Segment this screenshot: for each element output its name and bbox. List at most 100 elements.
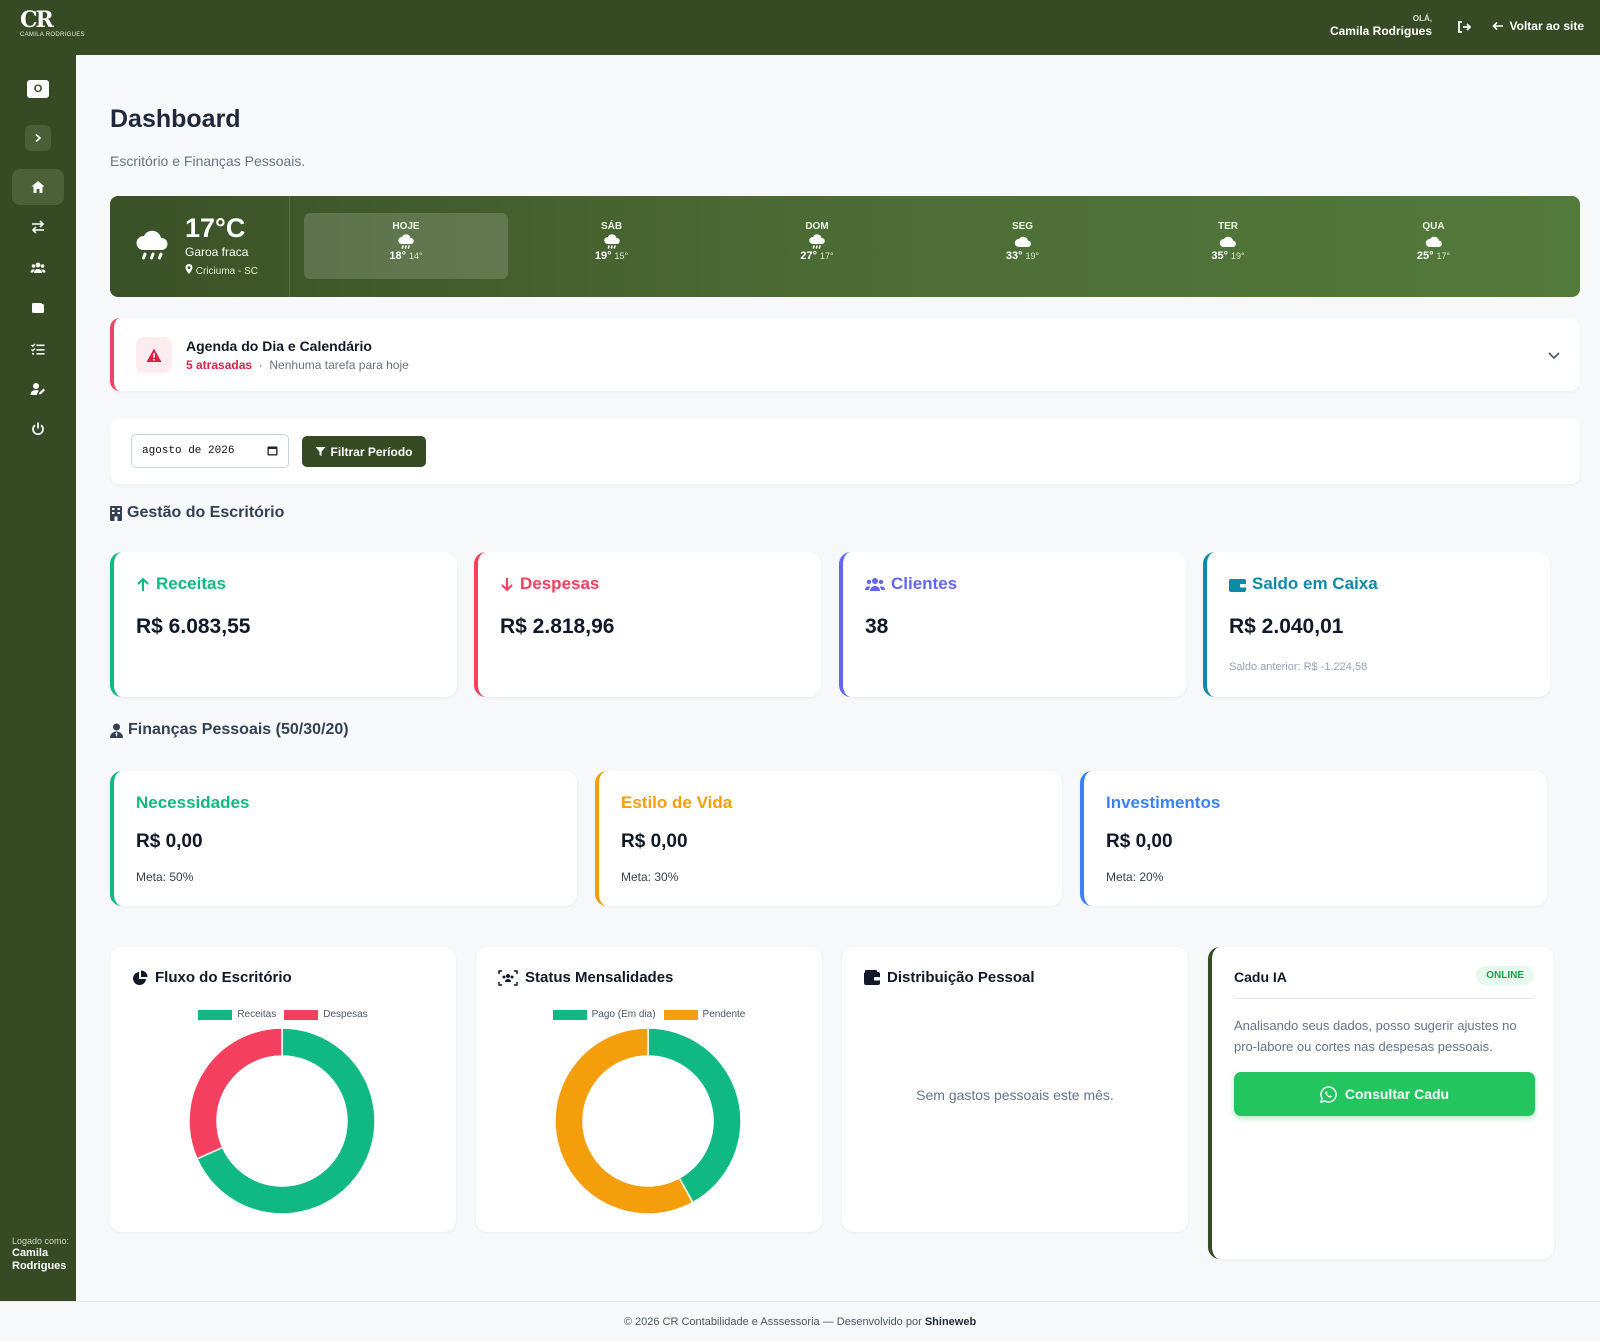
forecast-temps: 25° 17° — [1332, 250, 1536, 262]
chart-title-status-text: Status Mensalidades — [525, 969, 674, 986]
forecast-day-name: SEG — [1011, 221, 1034, 232]
forecast-temps: 33° 19° — [921, 250, 1125, 262]
donut-slice-despesas[interactable] — [188, 1027, 283, 1160]
budget-meta-investimentos: Meta: 20% — [1106, 870, 1164, 884]
weather-location-text: Criciuma - SC — [195, 266, 259, 277]
chevron-down-icon[interactable] — [1546, 347, 1562, 363]
agenda-today: Nenhuma tarefa para hoje — [269, 358, 409, 372]
chart-title-distribuicao: Distribuição Pessoal — [864, 969, 1035, 986]
kpi-card-despesas: Despesas R$ 2.818,96 — [474, 552, 821, 697]
weather-location: Criciuma - SC — [185, 264, 258, 277]
sidebar-item-wallet[interactable] — [12, 290, 64, 326]
donut-slice-pago-em-dia-[interactable] — [647, 1027, 742, 1204]
kpi-title-clientes: Clientes — [865, 574, 957, 594]
kpi-title-receitas: Receitas — [136, 574, 226, 594]
weather-current: 17°C Garoa fraca Criciuma - SC — [110, 196, 290, 297]
calendar-icon[interactable] — [267, 445, 278, 456]
consult-cadu-label: Consultar Cadu — [1344, 1086, 1450, 1102]
kpi-title-saldo: Saldo em Caixa — [1229, 574, 1378, 594]
chart-title-fluxo-text: Fluxo do Escritório — [155, 969, 292, 986]
sidebar-item-clients[interactable] — [12, 250, 64, 286]
chart-legend-fluxo: Receitas Despesas — [110, 1009, 456, 1020]
legend-item-despesas[interactable]: Despesas — [284, 1009, 368, 1020]
whatsapp-icon — [1319, 1085, 1337, 1103]
forecast-max: 19° — [594, 250, 612, 262]
kpi-label-receitas: Receitas — [156, 574, 226, 593]
power-icon — [32, 422, 44, 436]
legend-label-despesas: Despesas — [323, 1009, 368, 1020]
kpi-value-clientes: 38 — [865, 615, 889, 638]
forecast-min: 15° — [614, 251, 629, 261]
back-to-site-link[interactable]: Voltar ao site — [1491, 19, 1584, 33]
user-tie-icon — [110, 723, 123, 738]
agenda-summary: 5 atrasadas · Nenhuma tarefa para hoje — [186, 358, 409, 372]
personal-section-label: Finanças Pessoais (50/30/20) — [128, 721, 349, 738]
logout-icon[interactable] — [1456, 19, 1472, 35]
page-title: Dashboard — [110, 105, 241, 133]
brand-logo[interactable]: CR CAMILA RODRIGUES — [20, 7, 85, 47]
agenda-alert — [136, 337, 172, 373]
sidebar-item-logout[interactable] — [12, 411, 64, 447]
map-pin-icon — [185, 264, 193, 274]
sidebar-logo[interactable]: O — [27, 80, 49, 98]
filter-period-button[interactable]: Filtrar Período — [302, 436, 426, 467]
forecast-temps: 27° 17° — [715, 250, 919, 262]
forecast-max: 18° — [389, 250, 406, 262]
legend-item-pago[interactable]: Pago (Em dia) — [552, 1009, 656, 1020]
legend-item-receitas[interactable]: Receitas — [198, 1009, 276, 1020]
forecast-day: SEG 33° 19° — [921, 213, 1125, 279]
consult-cadu-button[interactable]: Consultar Cadu — [1234, 1072, 1535, 1116]
chart-title-fluxo: Fluxo do Escritório — [132, 969, 292, 986]
donut-chart-status — [554, 1027, 742, 1215]
sidebar-item-profile[interactable] — [12, 371, 64, 407]
sidebar-item-transactions[interactable] — [12, 209, 64, 245]
chart-card-fluxo: Fluxo do Escritório Receitas Despesas — [110, 947, 456, 1232]
forecast-day: SÁB 19° 15° — [510, 213, 714, 279]
kpi-card-clientes: Clientes 38 — [839, 552, 1186, 697]
forecast-day-name: DOM — [805, 221, 829, 232]
weather-widget: 17°C Garoa fraca Criciuma - SC HOJE 18° 1… — [110, 196, 1580, 297]
warning-icon — [146, 348, 162, 362]
forecast-temps: 19° 15° — [510, 250, 714, 262]
period-filter: agosto de 2026 Filtrar Período — [110, 418, 1580, 484]
budget-title-investimentos: Investimentos — [1106, 793, 1221, 812]
users-scan-icon — [498, 969, 518, 986]
logged-as-label: Logado como: — [12, 1236, 70, 1246]
wallet-icon — [864, 970, 880, 985]
forecast-day-name: TER — [1218, 221, 1238, 232]
weather-description: Garoa fraca — [185, 245, 249, 259]
footer-brand[interactable]: Shineweb — [925, 1316, 976, 1328]
legend-item-pendente[interactable]: Pendente — [663, 1009, 745, 1020]
chart-title-distribuicao-text: Distribuição Pessoal — [887, 969, 1035, 986]
cloud-rain-icon — [809, 234, 825, 249]
budget-title-estilo: Estilo de Vida — [621, 793, 733, 812]
sidebar-toggle-button[interactable] — [25, 125, 51, 151]
ai-divider — [1234, 998, 1534, 999]
month-input[interactable]: agosto de 2026 — [131, 434, 289, 468]
page-subtitle: Escritório e Finanças Pessoais. — [110, 153, 306, 169]
transfer-icon — [31, 220, 45, 234]
user-greeting: OLÁ, Camila Rodrigues — [1330, 14, 1432, 38]
arrow-up-icon — [137, 577, 149, 591]
forecast-max: 35° — [1211, 250, 1228, 262]
sidebar-item-tasks[interactable] — [12, 331, 64, 367]
chart-card-distribuicao: Distribuição Pessoal Sem gastos pessoais… — [842, 947, 1188, 1232]
sidebar-item-home[interactable] — [12, 169, 64, 205]
forecast-day-name: SÁB — [600, 221, 623, 232]
top-bar: CR CAMILA RODRIGUES OLÁ, Camila Rodrigue… — [0, 0, 1600, 55]
arrow-left-icon — [1491, 21, 1503, 31]
chart-legend-status: Pago (Em dia) Pendente — [476, 1009, 822, 1020]
ai-title: Cadu IA — [1234, 969, 1287, 985]
forecast-day: QUA 25° 17° — [1332, 213, 1536, 279]
kpi-card-receitas: Receitas R$ 6.083,55 — [110, 552, 457, 697]
cloud-icon — [1219, 236, 1236, 247]
user-name: Camila Rodrigues — [1329, 24, 1432, 38]
agenda-panel[interactable]: Agenda do Dia e Calendário 5 atrasadas ·… — [110, 318, 1580, 391]
budget-value-investimentos: R$ 0,00 — [1106, 831, 1173, 852]
legend-label-receitas: Receitas — [237, 1009, 277, 1020]
forecast-max: 27° — [800, 250, 817, 262]
kpi-label-clientes: Clientes — [891, 574, 958, 593]
wallet-icon — [32, 303, 44, 313]
user-edit-icon — [30, 383, 45, 395]
logo-mark: CR — [20, 7, 54, 33]
